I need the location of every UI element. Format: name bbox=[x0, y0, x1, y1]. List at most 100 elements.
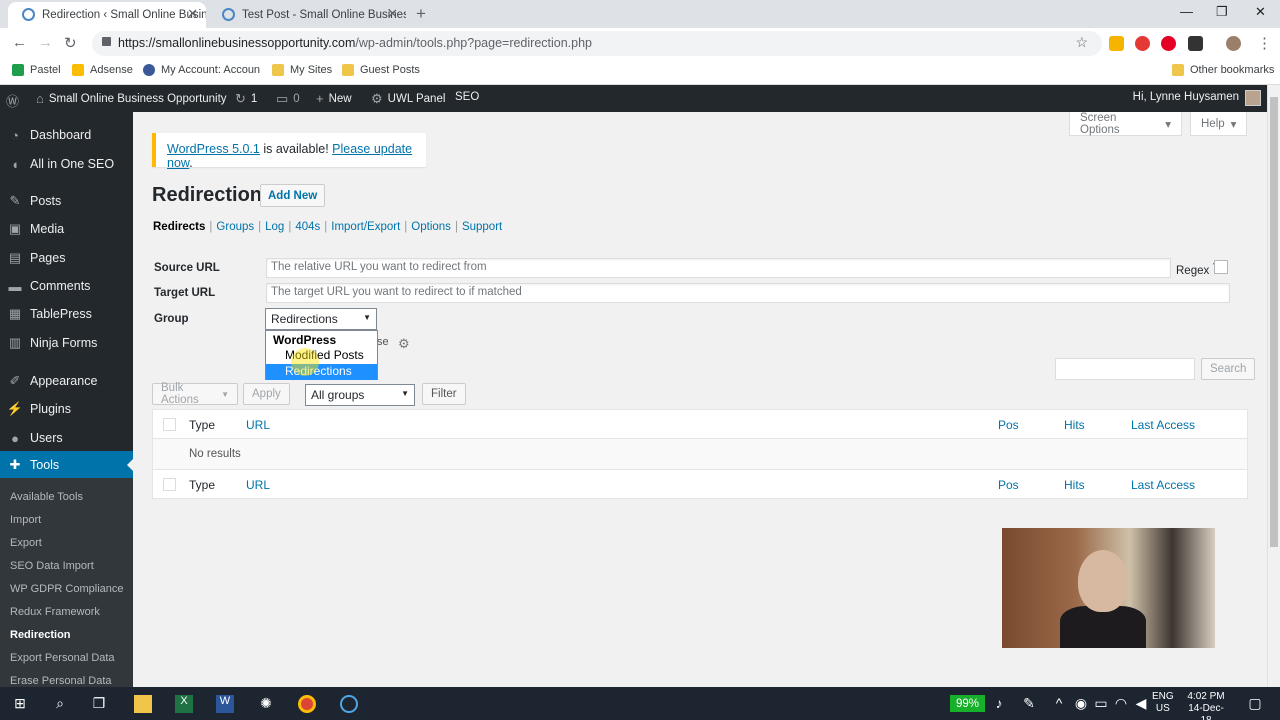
maximize-icon[interactable]: ❐ bbox=[1216, 4, 1228, 20]
wordpress-version-link[interactable]: WordPress 5.0.1 bbox=[167, 142, 260, 156]
column-pos[interactable]: Pos bbox=[998, 418, 1019, 432]
seo-link[interactable]: SEO bbox=[455, 91, 479, 103]
menu-icon[interactable]: ⋮ bbox=[1257, 34, 1272, 52]
submenu-redux-framework[interactable]: Redux Framework bbox=[10, 606, 100, 618]
file-explorer-icon[interactable] bbox=[134, 695, 152, 713]
submenu-seo-data-import[interactable]: SEO Data Import bbox=[10, 560, 94, 572]
sidebar-item-posts[interactable]: ✎ Posts bbox=[0, 187, 133, 215]
sidebar-item-ninja-forms[interactable]: ▥ Ninja Forms bbox=[0, 329, 133, 357]
volume-icon[interactable]: ◀ bbox=[1132, 695, 1150, 713]
select-all-checkbox[interactable] bbox=[163, 478, 176, 491]
bookmark-pastel[interactable]: Pastel bbox=[12, 64, 61, 76]
sidebar-item-tablepress[interactable]: ▦ TablePress bbox=[0, 300, 133, 328]
bookmark-guest-posts[interactable]: Guest Posts bbox=[342, 64, 420, 76]
sidebar-item-tools[interactable]: ✚ Tools bbox=[0, 451, 133, 479]
add-new-button[interactable]: Add New bbox=[260, 184, 326, 207]
submenu-erase-personal-data[interactable]: Erase Personal Data bbox=[10, 675, 112, 687]
subnav-import-export[interactable]: Import/Export bbox=[331, 221, 400, 233]
sidebar-item-users[interactable]: ● Users bbox=[0, 424, 133, 452]
forward-icon[interactable]: → bbox=[38, 34, 53, 51]
subnav-redirects[interactable]: Redirects bbox=[153, 221, 205, 233]
add-redirect-button[interactable]: se bbox=[377, 336, 389, 348]
sidebar-item-all-in-one-seo[interactable]: ◖ All in One SEO bbox=[0, 150, 133, 178]
column-last-access[interactable]: Last Access bbox=[1131, 418, 1195, 432]
m-extension-icon[interactable] bbox=[1188, 36, 1203, 51]
subnav-support[interactable]: Support bbox=[462, 221, 502, 233]
address-bar[interactable]: https://smallonlinebusinessopportunity.c… bbox=[92, 31, 1102, 56]
wifi-icon[interactable]: ◠ bbox=[1112, 695, 1130, 713]
bookmark-my-account[interactable]: My Account: Accoun bbox=[143, 64, 260, 76]
sidebar-item-comments[interactable]: ▬ Comments bbox=[0, 272, 133, 300]
bookmark-other[interactable]: Other bookmarks bbox=[1172, 64, 1274, 76]
dropdown-option-modified-posts[interactable]: Modified Posts bbox=[266, 348, 377, 364]
close-window-icon[interactable]: ✕ bbox=[1255, 4, 1266, 20]
uwl-panel-link[interactable]: ⚙ UWL Panel bbox=[371, 91, 445, 107]
sidebar-item-appearance[interactable]: ✐ Appearance bbox=[0, 367, 133, 395]
updates-link[interactable]: ↻ 1 bbox=[235, 91, 257, 107]
profile-avatar[interactable] bbox=[1226, 36, 1241, 51]
battery-icon[interactable]: ▭ bbox=[1092, 695, 1110, 713]
avatar[interactable] bbox=[1245, 90, 1261, 106]
browser-tab-test-post[interactable]: Test Post - Small Online Business ✕ bbox=[208, 2, 406, 28]
screen-options-button[interactable]: Screen Options ▾ bbox=[1069, 112, 1182, 136]
search-button[interactable]: Search bbox=[1201, 358, 1256, 380]
target-url-input[interactable]: The target URL you want to redirect to i… bbox=[266, 283, 1230, 303]
column-last-access[interactable]: Last Access bbox=[1131, 478, 1195, 492]
bookmark-star-icon[interactable]: ☆ bbox=[1075, 34, 1088, 51]
submenu-export[interactable]: Export bbox=[10, 537, 42, 549]
select-all-checkbox[interactable] bbox=[163, 418, 176, 431]
pinterest-icon[interactable] bbox=[1161, 36, 1176, 51]
clock[interactable]: 4:02 PM14-Dec-18 bbox=[1183, 691, 1229, 720]
microphone-icon[interactable]: ♪ bbox=[990, 695, 1008, 713]
site-name-link[interactable]: ⌂ Small Online Business Opportunity bbox=[36, 91, 227, 106]
task-view-icon[interactable]: ❐ bbox=[90, 695, 108, 713]
recorder-icon[interactable] bbox=[340, 695, 358, 713]
windows-start-icon[interactable]: ⊞ bbox=[11, 695, 29, 713]
submenu-export-personal-data[interactable]: Export Personal Data bbox=[10, 652, 115, 664]
column-hits[interactable]: Hits bbox=[1064, 418, 1085, 432]
wordpress-logo-icon[interactable]: Ⓦ bbox=[6, 91, 19, 110]
chevron-up-icon[interactable]: ^ bbox=[1050, 695, 1068, 713]
submenu-import[interactable]: Import bbox=[10, 514, 41, 526]
comments-link[interactable]: ▭ 0 bbox=[276, 91, 300, 107]
location-icon[interactable]: ◉ bbox=[1072, 695, 1090, 713]
all-groups-select[interactable]: All groups ▼ bbox=[305, 384, 415, 406]
close-tab-icon[interactable]: ✕ bbox=[387, 6, 398, 22]
battery-indicator[interactable]: 99% bbox=[950, 695, 986, 712]
subnav-options[interactable]: Options bbox=[411, 221, 451, 233]
bookmark-adsense[interactable]: Adsense bbox=[72, 64, 133, 76]
submenu-wp-gdpr-compliance[interactable]: WP GDPR Compliance bbox=[10, 583, 124, 595]
dropdown-option-redirections[interactable]: Redirections bbox=[266, 364, 377, 380]
app-icon[interactable]: ✺ bbox=[257, 695, 275, 713]
notifications-icon[interactable]: ▢ bbox=[1246, 695, 1264, 713]
subnav-groups[interactable]: Groups bbox=[216, 221, 254, 233]
source-url-input[interactable]: The relative URL you want to redirect fr… bbox=[266, 258, 1171, 278]
sidebar-item-dashboard[interactable]: ◔ Dashboard bbox=[0, 121, 133, 149]
regex-checkbox[interactable] bbox=[1214, 260, 1228, 274]
my-account-link[interactable]: Hi, Lynne Huysamen bbox=[1133, 91, 1239, 103]
word-icon[interactable]: W bbox=[216, 695, 234, 713]
minimize-icon[interactable]: — bbox=[1180, 4, 1193, 19]
group-select[interactable]: Redirections ▼ bbox=[265, 308, 377, 330]
sidebar-item-media[interactable]: ▣ Media bbox=[0, 215, 133, 243]
apply-button[interactable]: Apply bbox=[243, 383, 290, 405]
bulk-actions-select[interactable]: Bulk Actions ▼ bbox=[152, 382, 238, 406]
column-hits[interactable]: Hits bbox=[1064, 478, 1085, 492]
search-input[interactable] bbox=[1055, 358, 1195, 380]
submenu-redirection[interactable]: Redirection bbox=[10, 629, 71, 641]
sidebar-item-plugins[interactable]: ⚡ Plugins bbox=[0, 395, 133, 423]
chrome-icon[interactable] bbox=[298, 695, 316, 713]
new-tab-icon[interactable]: + bbox=[416, 4, 426, 24]
pen-icon[interactable]: ✎ bbox=[1020, 695, 1038, 713]
submenu-available-tools[interactable]: Available Tools bbox=[10, 491, 83, 503]
browser-tab-redirection[interactable]: Redirection ‹ Small Online Busine ✕ bbox=[8, 2, 206, 28]
scrollbar-thumb[interactable] bbox=[1270, 97, 1278, 547]
sidebar-item-pages[interactable]: ▤ Pages bbox=[0, 244, 133, 272]
help-button[interactable]: Help ▾ bbox=[1190, 112, 1247, 136]
new-content-link[interactable]: + New bbox=[316, 91, 352, 106]
page-scrollbar[interactable] bbox=[1267, 85, 1280, 687]
column-pos[interactable]: Pos bbox=[998, 478, 1019, 492]
subnav-log[interactable]: Log bbox=[265, 221, 284, 233]
close-tab-icon[interactable]: ✕ bbox=[187, 6, 198, 22]
filter-button[interactable]: Filter bbox=[422, 383, 466, 405]
